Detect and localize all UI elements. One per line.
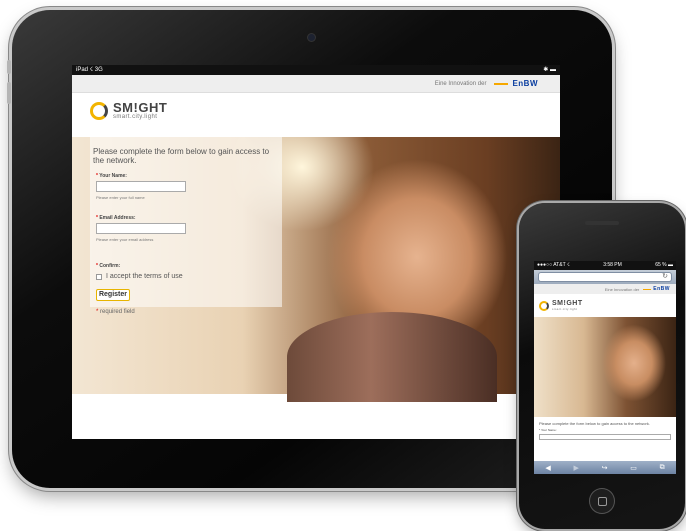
enbw-line-icon: [643, 288, 652, 290]
required-mark: *: [96, 309, 99, 315]
required-mark: *: [96, 215, 98, 221]
terms-checkbox[interactable]: [96, 273, 102, 280]
required-field-note: * required field: [96, 309, 135, 315]
bookmarks-icon[interactable]: ▭: [630, 464, 637, 472]
safari-toolbar: ◀ ▶ ↪ ▭ ⧉: [534, 461, 676, 474]
ipad-camera: [308, 34, 315, 41]
reload-icon[interactable]: ↻: [662, 273, 668, 281]
form-intro: Please complete the form below to gain a…: [93, 147, 270, 165]
mobile-enbw-logo[interactable]: EnBW: [653, 286, 670, 292]
share-icon[interactable]: ↪: [602, 464, 608, 472]
email-label-text: Email Address:: [99, 215, 136, 221]
ipad-screen: iPad ☇ 3G ✱ ▬ Eine Innovation der EnBW S…: [72, 65, 560, 439]
status-left: iPad ☇ 3G: [76, 67, 103, 73]
enbw-tagline: Eine Innovation der: [434, 80, 487, 87]
ipad-mute-switch: [7, 60, 11, 74]
mobile-name-label: * Your Name:: [539, 428, 557, 432]
iphone-device: ●●●○○ AT&T ☇ 3:58 PM 65 % ▬ ↻ Eine Innov…: [519, 203, 685, 529]
battery: 65 % ▬: [655, 262, 673, 268]
home-button[interactable]: [589, 488, 615, 514]
email-label: * Email Address:: [96, 215, 136, 221]
required-mark: *: [96, 263, 98, 269]
name-label-text: Your Name:: [99, 173, 127, 179]
carrier-signal: ●●●○○ AT&T ☇: [537, 262, 570, 268]
enbw-header: Eine Innovation der EnBW: [72, 75, 560, 93]
tabs-icon[interactable]: ⧉: [660, 464, 665, 472]
email-hint: Please enter your email address: [96, 237, 154, 242]
mobile-logo-title: SM!GHT: [552, 300, 583, 307]
status-right: ✱ ▬: [543, 67, 556, 73]
logo-title: SM!GHT: [113, 100, 168, 115]
iphone-speaker: [585, 221, 619, 225]
enbw-logo[interactable]: EnBW: [512, 79, 538, 88]
mobile-hero-image: [534, 317, 676, 417]
required-mark: *: [96, 173, 98, 179]
email-input[interactable]: [96, 223, 186, 234]
mobile-enbw-tagline: Eine Innovation der: [604, 286, 640, 292]
iphone-screen: ●●●○○ AT&T ☇ 3:58 PM 65 % ▬ ↻ Eine Innov…: [534, 261, 676, 474]
logo-ring-icon: [539, 300, 549, 311]
forward-icon[interactable]: ▶: [573, 464, 578, 472]
terms-row[interactable]: I accept the terms of use: [96, 273, 183, 280]
terms-label: I accept the terms of use: [106, 273, 183, 280]
mobile-name-input[interactable]: [539, 434, 671, 440]
register-button[interactable]: Register: [96, 289, 130, 301]
mobile-form-intro: Please complete the form below to gain a…: [539, 421, 650, 426]
safari-url-bar: ↻: [534, 270, 676, 284]
ipad-volume-button: [7, 82, 11, 104]
iphone-status-bar: ●●●○○ AT&T ☇ 3:58 PM 65 % ▬: [534, 261, 676, 270]
back-icon[interactable]: ◀: [545, 464, 550, 472]
smight-logo[interactable]: SM!GHT smart.city.light: [90, 101, 167, 120]
mobile-logo-subtitle: smart.city.light: [552, 307, 578, 311]
ipad-status-bar: iPad ☇ 3G ✱ ▬: [72, 65, 560, 75]
mobile-enbw-header: Eine Innovation der EnBW: [534, 284, 676, 294]
name-input[interactable]: [96, 181, 186, 192]
name-label: * Your Name:: [96, 173, 127, 179]
logo-ring-icon: [90, 101, 108, 120]
confirm-label-text: Confirm:: [99, 263, 121, 269]
confirm-label: * Confirm:: [96, 263, 120, 269]
name-hint: Please enter your full name: [96, 195, 145, 200]
clock: 3:58 PM: [603, 262, 622, 268]
enbw-line-icon: [494, 82, 509, 85]
required-note-text: required field: [100, 309, 135, 315]
mobile-smight-logo[interactable]: SM!GHT smart.city.light: [534, 294, 676, 315]
hero-portrait-shape: [287, 312, 497, 402]
url-field[interactable]: ↻: [538, 272, 672, 282]
